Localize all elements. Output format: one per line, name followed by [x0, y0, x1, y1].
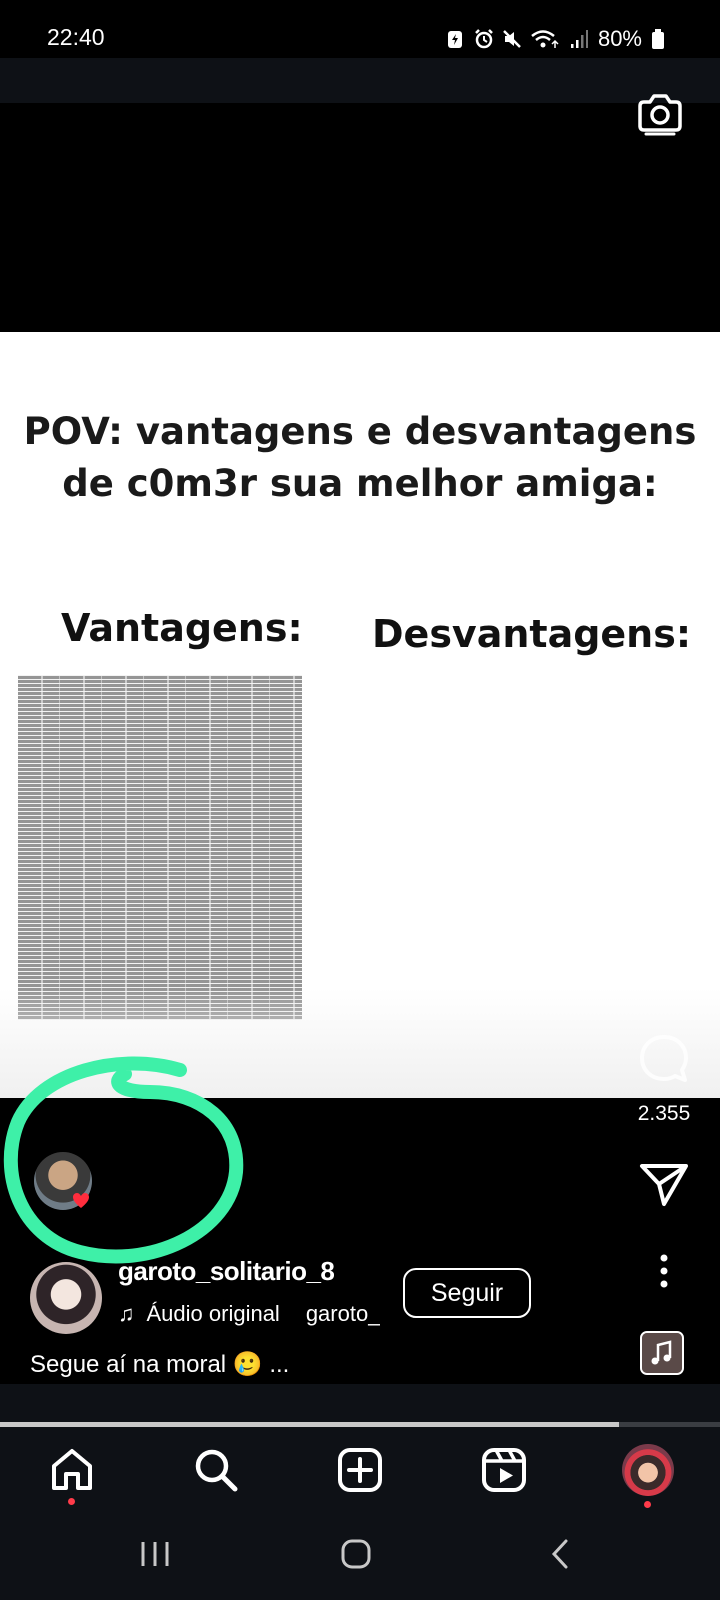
comment-button[interactable] — [634, 1033, 694, 1090]
home-icon — [52, 1449, 92, 1490]
mute-icon — [502, 29, 521, 49]
music-note-icon: ♫ — [118, 1301, 135, 1326]
tab-search[interactable] — [192, 1446, 240, 1494]
comment-count: 2.355 — [637, 1102, 691, 1125]
audio-owner: garoto_: — [305, 1301, 380, 1326]
recent-apps-button[interactable] — [138, 1538, 172, 1575]
search-icon — [195, 1449, 238, 1492]
battery-percent: 80% — [597, 26, 642, 51]
like-button[interactable] — [634, 905, 694, 958]
home-system-icon — [341, 1539, 371, 1569]
home-system-button[interactable] — [339, 1538, 373, 1575]
home-notification-dot — [68, 1498, 75, 1505]
profile-notification-dot — [644, 1501, 651, 1508]
battery-icon — [652, 29, 664, 49]
post-title: POV: vantagens e desvantagens de c0m3r s… — [23, 410, 697, 505]
tab-create[interactable] — [336, 1446, 384, 1494]
audio-thumbnail[interactable] — [640, 1331, 684, 1375]
tab-reels[interactable] — [480, 1446, 528, 1494]
green-circle-annotation — [3, 1056, 244, 1264]
tab-profile-avatar[interactable] — [622, 1444, 674, 1508]
reels-icon — [482, 1448, 526, 1492]
dense-text-block — [18, 675, 302, 1020]
heart-icon — [638, 905, 690, 952]
status-icons: 80% — [446, 26, 664, 52]
back-button[interactable] — [546, 1538, 580, 1575]
camera-icon[interactable] — [636, 92, 684, 136]
author-username[interactable]: garoto_solitario_8 — [118, 1256, 335, 1287]
more-vertical-icon — [660, 1254, 668, 1288]
add-post-icon — [338, 1448, 382, 1492]
back-arrow-icon — [551, 1539, 568, 1569]
audio-info[interactable]: ♫ Áudio original garoto_: — [118, 1301, 380, 1327]
recents-icon — [141, 1542, 169, 1566]
post-caption[interactable]: Segue aí na moral 🥲 ... — [30, 1350, 289, 1379]
send-icon — [640, 1164, 688, 1206]
audio-label: Áudio original — [146, 1301, 280, 1326]
disadvantages-heading: Desvantagens: — [372, 612, 692, 656]
status-bar: 22:40 80% — [0, 0, 720, 58]
like-label: Curtidas — [627, 976, 703, 998]
comment-icon — [640, 1035, 688, 1082]
music-note-icon — [642, 1333, 682, 1373]
share-button[interactable] — [634, 1160, 694, 1213]
tab-home[interactable] — [48, 1446, 96, 1505]
advantages-heading: Vantagens: — [61, 606, 303, 650]
wifi-icon — [530, 29, 560, 49]
top-spacer — [0, 58, 720, 103]
separator — [0, 1384, 720, 1424]
status-time: 22:40 — [47, 24, 105, 50]
post-image: POV: vantagens e desvantagens de c0m3r s… — [0, 332, 720, 1098]
more-options-button[interactable] — [634, 1253, 694, 1294]
signal-icon — [570, 29, 588, 49]
battery-saver-icon — [446, 29, 464, 49]
alarm-icon — [474, 29, 493, 49]
author-avatar[interactable] — [30, 1262, 102, 1334]
follow-button[interactable]: Seguir — [403, 1268, 531, 1318]
